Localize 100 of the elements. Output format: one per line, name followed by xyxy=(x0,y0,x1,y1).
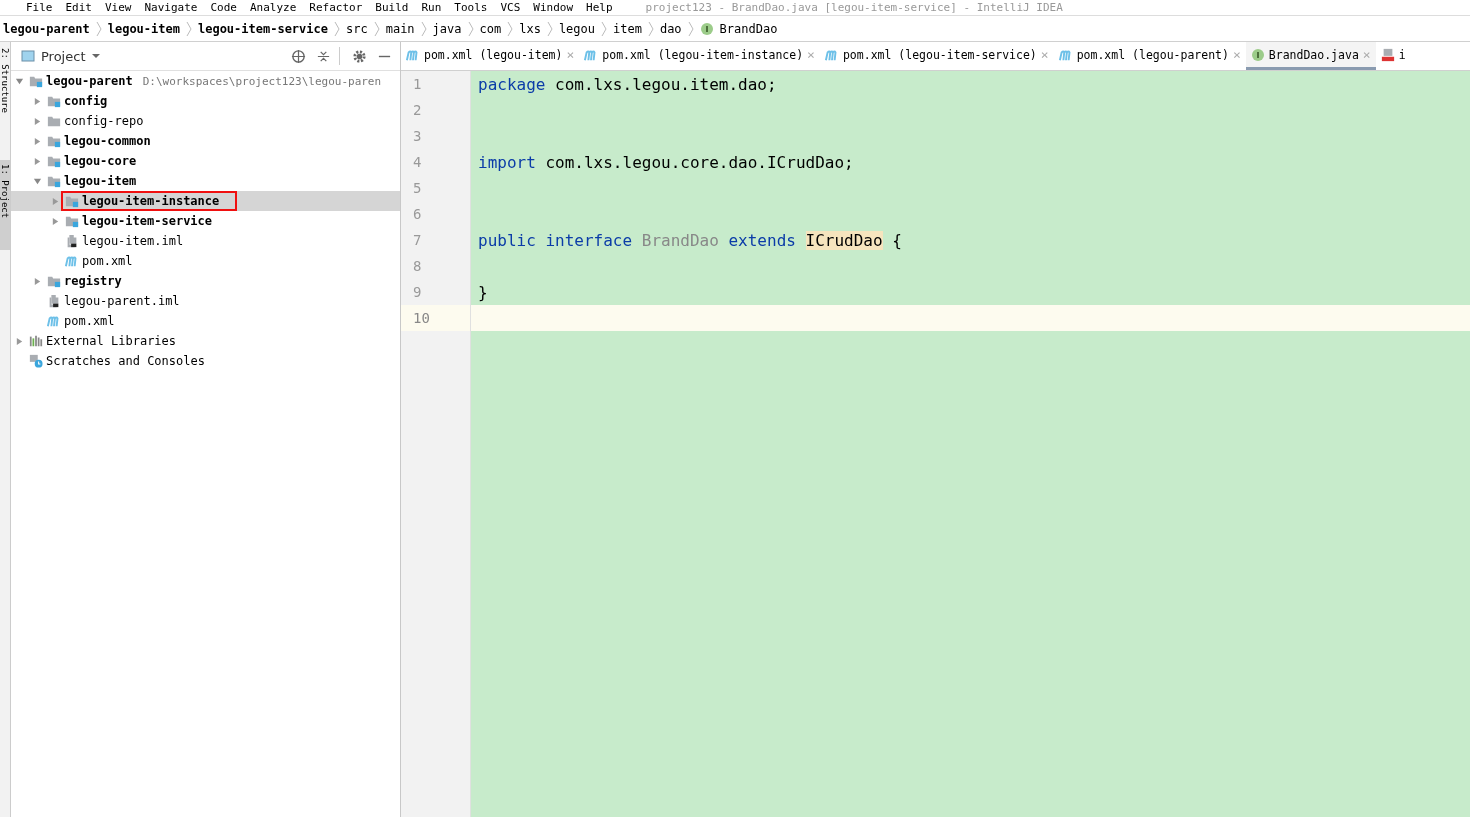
tree-item-label: External Libraries xyxy=(46,334,177,348)
tree-item[interactable]: config xyxy=(11,91,400,111)
module-folder-icon xyxy=(65,214,79,228)
breadcrumb[interactable]: lxs xyxy=(519,21,541,36)
menu-item[interactable]: VCS xyxy=(500,1,521,14)
tree-item-label: config-repo xyxy=(64,114,144,128)
module-folder-icon xyxy=(47,94,61,108)
tree-item[interactable]: legou-item xyxy=(11,171,400,191)
expanded-arrow-icon[interactable] xyxy=(33,176,42,186)
tree-item[interactable]: pom.xml xyxy=(11,311,400,331)
editor-tab[interactable]: BrandDao.java × xyxy=(1245,42,1376,70)
tree-item[interactable]: legou-item.iml xyxy=(11,231,400,251)
panel-title[interactable]: Project xyxy=(41,48,86,64)
collapsed-arrow-icon[interactable] xyxy=(33,276,42,286)
module-folder-icon xyxy=(47,134,61,148)
tool-window-tab[interactable]: 2: Structure xyxy=(0,48,10,114)
tree-item-label: pom.xml xyxy=(64,314,115,328)
menu-item[interactable]: File xyxy=(26,1,53,14)
tree-item[interactable]: legou-parent D:\workspaces\project123\legou-paren xyxy=(11,71,400,91)
menu-item[interactable]: Navigate xyxy=(144,1,198,14)
maven-icon xyxy=(65,254,79,268)
menu-item[interactable]: Analyze xyxy=(250,1,297,14)
breadcrumb[interactable]: legou-item-service xyxy=(197,21,328,36)
chevron-icon xyxy=(185,20,192,37)
breadcrumb[interactable]: BrandDao xyxy=(719,21,778,36)
menu-item[interactable]: Run xyxy=(421,1,442,14)
breadcrumb[interactable]: dao xyxy=(659,21,682,36)
tree-item-label: legou-parent.iml xyxy=(64,294,180,308)
settings-icon[interactable] xyxy=(352,48,367,64)
menu-item[interactable]: Edit xyxy=(65,1,92,14)
window-title: project123 - BrandDao.java [legou-item-service] - IntelliJ IDEA xyxy=(645,1,1063,14)
file-icon xyxy=(47,294,61,308)
editor-tab[interactable]: pom.xml (legou-item-instance) × xyxy=(579,42,820,70)
chevron-icon xyxy=(546,20,553,37)
tree-item-label: legou-common xyxy=(64,134,151,148)
window-icon xyxy=(21,49,35,63)
tree-item-label: legou-item.iml xyxy=(82,234,184,248)
interface-icon xyxy=(699,21,714,36)
editor-tab[interactable]: pom.xml (legou-item) × xyxy=(401,42,580,70)
editor-tab[interactable]: pom.xml (legou-item-service) × xyxy=(819,42,1054,70)
menu-item[interactable]: Help xyxy=(586,1,613,14)
line-number: 3 xyxy=(413,128,422,144)
yml-file-icon xyxy=(1380,47,1395,62)
editor-tab[interactable]: i xyxy=(1375,42,1411,70)
tree-item[interactable]: legou-common xyxy=(11,131,400,151)
tree-item[interactable]: legou-core xyxy=(11,151,400,171)
tree-item[interactable]: registry xyxy=(11,271,400,291)
tree-item[interactable]: legou-item-instance xyxy=(11,191,400,211)
interface-icon xyxy=(1250,47,1265,62)
line-number: 9 xyxy=(413,284,422,300)
tree-item[interactable]: External Libraries xyxy=(11,331,400,351)
chevron-icon xyxy=(373,20,380,37)
breadcrumb[interactable]: legou-parent xyxy=(3,21,90,36)
tree-item[interactable]: legou-item-service xyxy=(11,211,400,231)
breadcrumb[interactable]: com xyxy=(479,21,502,36)
tree-item[interactable]: pom.xml xyxy=(11,251,400,271)
tree-item-label: Scratches and Consoles xyxy=(46,354,205,368)
line-number: 8 xyxy=(413,258,422,274)
module-folder-icon xyxy=(47,274,61,288)
breadcrumb[interactable]: item xyxy=(613,21,642,36)
breadcrumb[interactable]: src xyxy=(346,21,368,36)
tree-item-label: legou-item-service xyxy=(82,214,213,228)
libraries-icon xyxy=(29,334,43,348)
line-number: 1 xyxy=(413,76,422,92)
code-line: } xyxy=(478,282,488,302)
code-line: public interface BrandDao extends ICrudDao { xyxy=(478,230,902,250)
caret-icon[interactable] xyxy=(91,53,102,59)
menu-item[interactable]: Build xyxy=(375,1,409,14)
tree-item[interactable]: Scratches and Consoles xyxy=(11,351,400,371)
editor-tab[interactable]: pom.xml (legou-parent) × xyxy=(1053,42,1246,70)
menu-item[interactable]: View xyxy=(105,1,132,14)
breadcrumb[interactable]: main xyxy=(385,21,415,36)
menu-item[interactable]: Code xyxy=(210,1,237,14)
chevron-icon xyxy=(687,20,694,37)
file-icon xyxy=(65,234,79,248)
chevron-icon xyxy=(334,20,340,37)
breadcrumb[interactable]: legou xyxy=(558,21,595,36)
collapsed-arrow-icon[interactable] xyxy=(15,336,24,346)
tree-item[interactable]: config-repo xyxy=(11,111,400,131)
module-folder-icon xyxy=(47,154,61,168)
breadcrumb[interactable]: java xyxy=(432,21,462,36)
breadcrumb[interactable]: legou-item xyxy=(107,21,180,36)
code-line: package com.lxs.legou.item.dao; xyxy=(478,74,777,94)
module-folder-icon xyxy=(29,74,43,88)
tree-item[interactable]: legou-parent.iml xyxy=(11,291,400,311)
menu-item[interactable]: Refactor xyxy=(309,1,363,14)
tree-item-label: legou-item-instance xyxy=(82,194,220,208)
line-number: 2 xyxy=(413,102,422,118)
code-line: import com.lxs.legou.core.dao.ICrudDao; xyxy=(478,152,854,172)
chevron-icon xyxy=(601,20,607,37)
scratches-icon xyxy=(29,354,43,368)
line-number: 6 xyxy=(413,206,422,222)
chevron-icon xyxy=(95,20,102,37)
menu-item[interactable]: Tools xyxy=(454,1,488,14)
chevron-icon xyxy=(467,20,474,37)
tree-item-label: legou-parent xyxy=(46,74,133,88)
expanded-arrow-icon[interactable] xyxy=(15,76,24,86)
menu-item[interactable]: Window xyxy=(533,1,574,14)
line-number: 7 xyxy=(413,232,422,248)
target-icon[interactable] xyxy=(291,48,306,64)
